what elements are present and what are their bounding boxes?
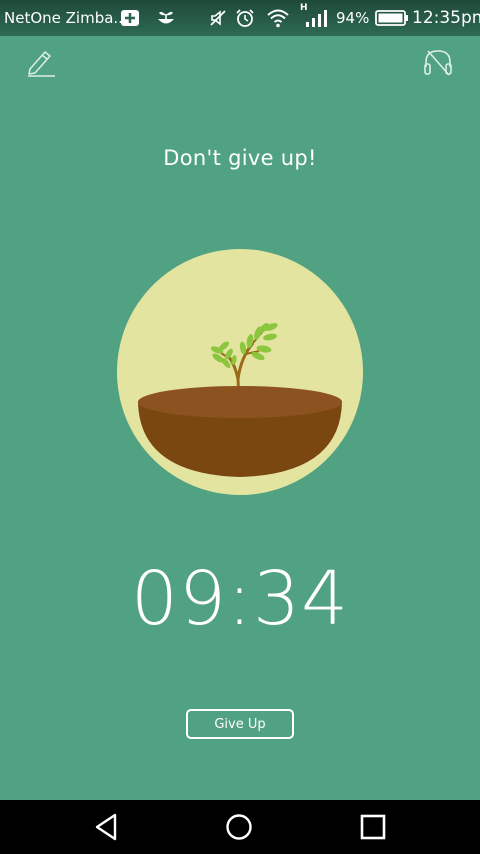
alarm-icon (236, 9, 254, 27)
sapling-illustration (117, 249, 363, 495)
battery-percent: 94% (336, 9, 370, 27)
status-bar: NetOne Zimba... H 94% 12:35pm (0, 0, 480, 36)
headphones-off-icon[interactable] (423, 47, 453, 77)
plus-box-icon (121, 10, 139, 26)
sprout-icon (158, 11, 174, 24)
home-icon[interactable] (223, 811, 255, 843)
pencil-icon[interactable] (26, 47, 56, 77)
wifi-icon (267, 9, 289, 28)
signal-icon (306, 10, 327, 27)
battery-icon (375, 10, 408, 26)
countdown-timer: 09:34 (130, 556, 350, 642)
status-clock: 12:35pm (412, 8, 480, 28)
back-icon[interactable] (91, 811, 123, 843)
motivation-headline: Don't give up! (163, 146, 317, 170)
carrier-name: NetOne Zimba... (4, 9, 128, 27)
recents-icon[interactable] (357, 811, 389, 843)
give-up-button[interactable]: Give Up (186, 709, 294, 739)
navigation-bar (0, 800, 480, 854)
mute-icon (210, 10, 226, 26)
